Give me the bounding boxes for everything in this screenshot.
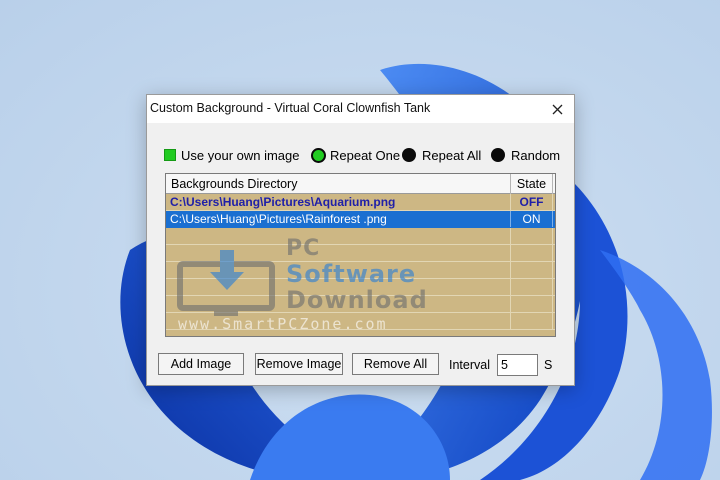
remove-all-button[interactable]: Remove All bbox=[352, 353, 439, 375]
backgrounds-list[interactable]: Backgrounds Directory State C:\Users\Hua… bbox=[165, 173, 556, 337]
radio-unselected-indicator bbox=[402, 148, 416, 162]
row-state: OFF bbox=[511, 194, 553, 210]
list-row-selected[interactable]: C:\Users\Huang\Pictures\Rainforest .png … bbox=[166, 211, 555, 228]
empty-row bbox=[166, 296, 555, 313]
random-label: Random bbox=[511, 147, 561, 163]
repeat-all-label: Repeat All bbox=[422, 147, 482, 163]
row-state: ON bbox=[511, 211, 553, 227]
repeat-one-label: Repeat One bbox=[330, 147, 401, 163]
empty-row bbox=[166, 313, 555, 330]
interval-input[interactable]: 5 bbox=[497, 354, 538, 376]
list-header: Backgrounds Directory State bbox=[166, 174, 555, 194]
empty-row bbox=[166, 262, 555, 279]
radio-selected-indicator bbox=[311, 147, 326, 163]
custom-background-dialog: Custom Background - Virtual Coral Clownf… bbox=[146, 94, 575, 386]
close-button[interactable] bbox=[540, 95, 574, 123]
use-own-image-label: Use your own image bbox=[181, 147, 300, 163]
repeat-one-radio[interactable]: Repeat One bbox=[311, 145, 400, 165]
list-row[interactable]: C:\Users\Huang\Pictures\Aquarium.png OFF bbox=[166, 194, 555, 211]
remove-image-button[interactable]: Remove Image bbox=[255, 353, 343, 375]
column-header-directory[interactable]: Backgrounds Directory bbox=[166, 174, 511, 194]
row-path: C:\Users\Huang\Pictures\Aquarium.png bbox=[166, 194, 511, 210]
empty-row bbox=[166, 228, 555, 245]
title-bar[interactable]: Custom Background - Virtual Coral Clownf… bbox=[147, 95, 574, 123]
use-own-image-checkbox[interactable]: Use your own image bbox=[164, 145, 300, 165]
repeat-all-radio[interactable]: Repeat All bbox=[402, 145, 481, 165]
row-path: C:\Users\Huang\Pictures\Rainforest .png bbox=[166, 211, 511, 227]
random-radio[interactable]: Random bbox=[491, 145, 560, 165]
column-header-state[interactable]: State bbox=[511, 174, 553, 194]
empty-row bbox=[166, 279, 555, 296]
add-image-button[interactable]: Add Image bbox=[158, 353, 244, 375]
radio-unselected-indicator bbox=[491, 148, 505, 162]
empty-row bbox=[166, 245, 555, 262]
checkbox-checked-indicator bbox=[164, 149, 176, 161]
interval-label: Interval bbox=[449, 358, 490, 372]
window-title: Custom Background - Virtual Coral Clownf… bbox=[150, 101, 431, 115]
close-icon bbox=[552, 104, 562, 114]
interval-unit-label: S bbox=[544, 358, 553, 372]
